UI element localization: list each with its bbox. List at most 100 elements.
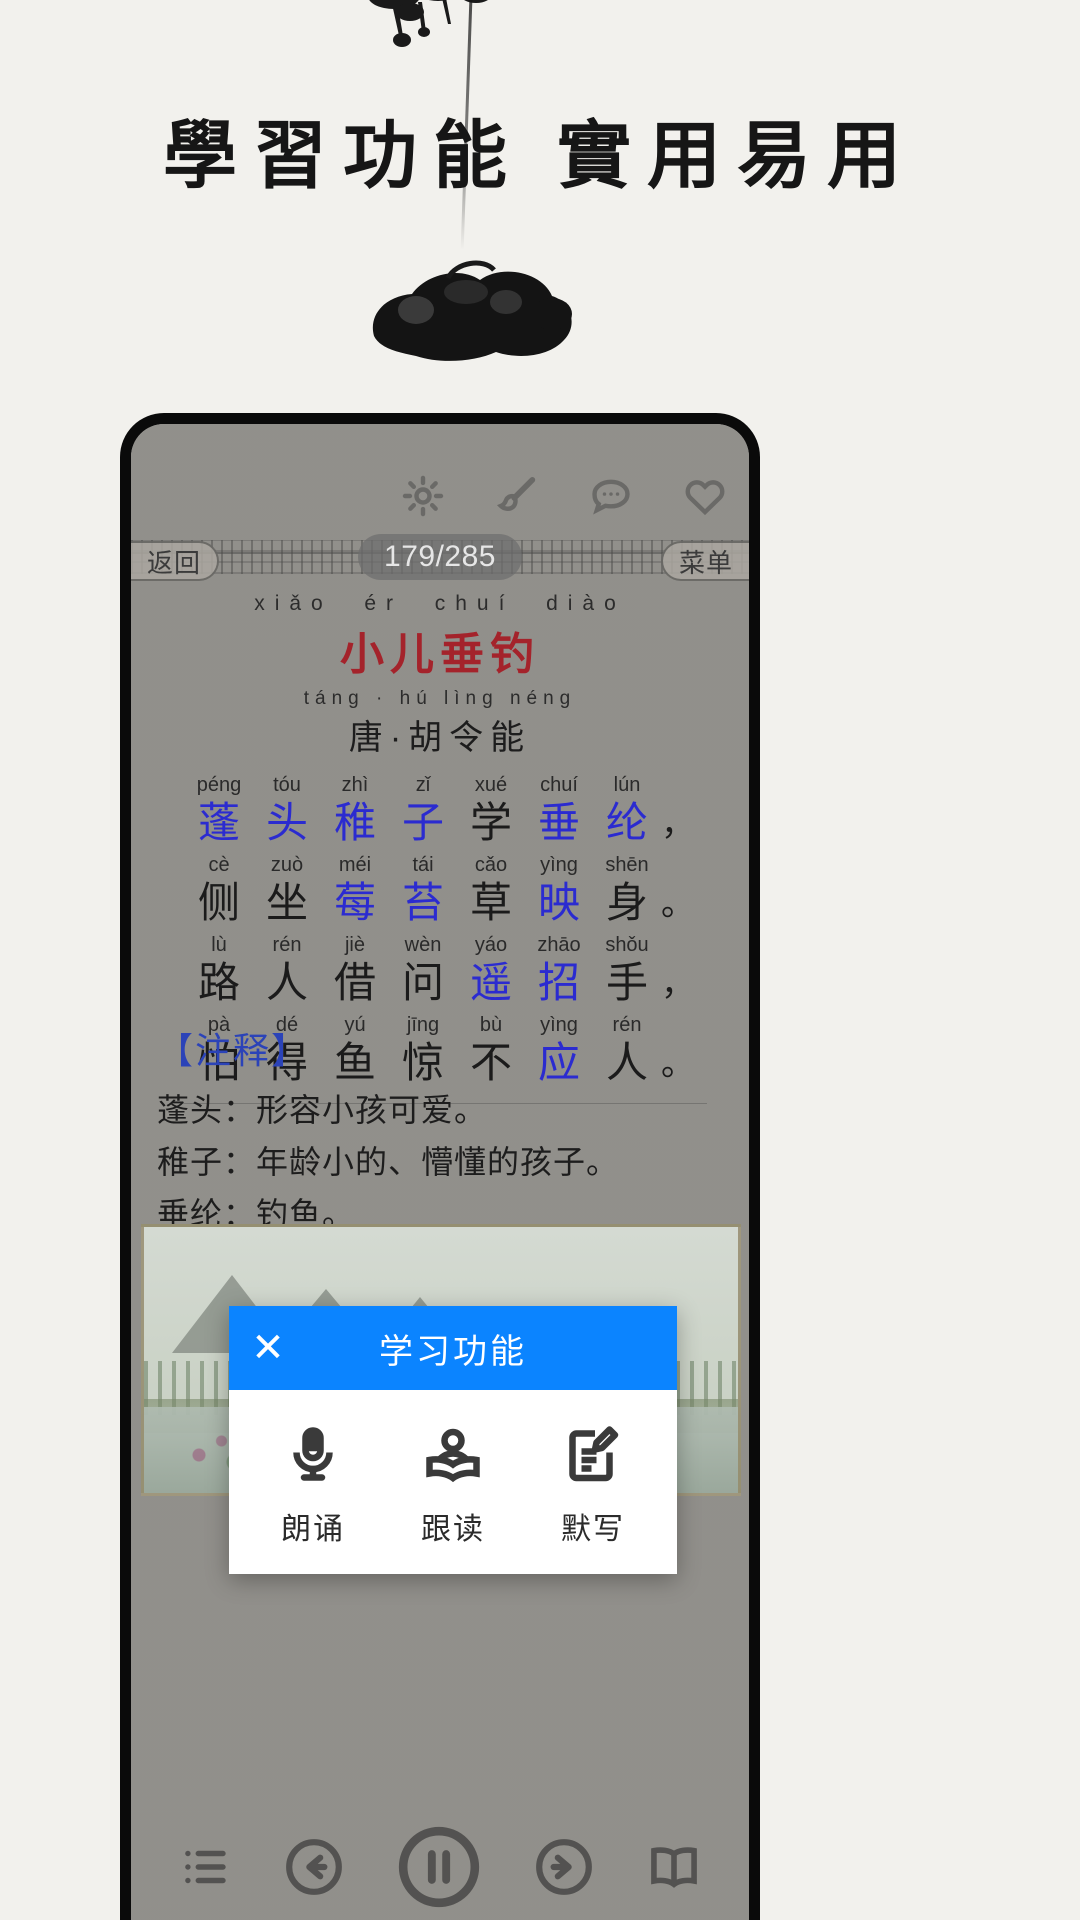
ink-splash-bottom-decoration <box>372 260 572 361</box>
poem-character[interactable]: chuí 垂 <box>525 773 593 849</box>
app-screen: 返回 179/285 菜单 xiǎo ér chuí diào 小儿垂钓 tán… <box>131 424 749 1920</box>
brush-icon[interactable] <box>491 470 543 522</box>
poem-character[interactable]: yìng 映 <box>525 853 593 929</box>
app-top-toolbar <box>131 458 749 534</box>
prev-icon[interactable] <box>283 1836 345 1898</box>
character-pinyin: tái <box>412 854 434 876</box>
poem-character[interactable]: cè 侧 <box>185 853 253 929</box>
character-glyph: 人 <box>265 959 308 1006</box>
poem-character[interactable]: zǐ 子 <box>389 773 457 849</box>
poem-character[interactable]: zuò 坐 <box>253 853 321 929</box>
page-counter: 179/285 <box>358 534 522 580</box>
character-glyph: 草 <box>469 879 512 926</box>
character-pinyin: zhāo <box>537 934 581 956</box>
character-pinyin: xué <box>474 774 508 796</box>
character-pinyin: péng <box>196 774 242 796</box>
poem-character[interactable]: yáo 遥 <box>457 933 525 1009</box>
character-pinyin: zhì <box>341 774 369 796</box>
poem-character[interactable]: méi 莓 <box>321 853 389 929</box>
poem-character[interactable]: lún 纶 <box>593 773 661 849</box>
character-glyph: 垂 <box>537 799 580 846</box>
poem-character[interactable]: lù 路 <box>185 933 253 1009</box>
character-pinyin: jiè <box>344 934 365 956</box>
book-icon[interactable] <box>646 1839 702 1895</box>
character-pinyin: zǐ <box>415 774 431 796</box>
character-glyph: 稚 <box>333 799 376 846</box>
poem-character[interactable]: cǎo 草 <box>457 853 525 929</box>
poem-line: lù 路 rén 人 jiè 借 wèn 问 yáo 遥 zhāo 招 shǒu 手 ， <box>149 933 731 1009</box>
character-glyph: 蓬 <box>197 799 240 846</box>
poem-character[interactable]: shǒu 手 <box>593 933 661 1009</box>
character-glyph: 纶 <box>605 799 648 846</box>
character-pinyin: cǎo <box>474 854 508 876</box>
close-icon[interactable]: ✕ <box>243 1323 293 1373</box>
character-pinyin: yìng <box>540 854 578 876</box>
character-glyph: 映 <box>537 879 580 926</box>
poem-punctuation: ， <box>661 805 695 843</box>
character-glyph: 头 <box>265 799 308 846</box>
dialog-title: 学习功能 <box>379 1332 527 1371</box>
note-item: 蓬头：形容小孩可爱。 <box>157 1092 488 1128</box>
function-read-along[interactable]: 跟读 <box>388 1416 518 1548</box>
character-pinyin: lún <box>613 774 641 796</box>
function-recite[interactable]: 朗诵 <box>248 1416 378 1548</box>
gear-icon[interactable] <box>397 470 449 522</box>
character-glyph: 侧 <box>197 879 240 926</box>
character-pinyin: tóu <box>273 774 301 796</box>
character-pinyin: méi <box>338 854 372 876</box>
poem-character[interactable]: jiè 借 <box>321 933 389 1009</box>
notes-title: 【注释】 <box>157 1030 310 1071</box>
learning-functions-dialog: ✕ 学习功能 朗诵 跟读 默写 <box>229 1306 677 1574</box>
character-glyph: 学 <box>469 799 512 846</box>
microphone-icon <box>283 1416 343 1492</box>
function-dictation[interactable]: 默写 <box>528 1416 658 1548</box>
comment-icon[interactable] <box>585 470 637 522</box>
character-glyph: 招 <box>537 959 580 1006</box>
character-glyph: 手 <box>605 959 648 1006</box>
character-glyph: 身 <box>605 879 648 926</box>
poem-line: cè 侧 zuò 坐 méi 莓 tái 苔 cǎo 草 yìng 映 shēn 身。 <box>149 853 731 929</box>
poem-author: 唐·胡令能 <box>348 719 532 757</box>
character-pinyin: yáo <box>474 934 508 956</box>
function-label: 默写 <box>561 1513 625 1546</box>
poem-character[interactable]: wèn 问 <box>389 933 457 1009</box>
dialog-header: ✕ 学习功能 <box>229 1306 677 1390</box>
menu-button[interactable]: 菜单 <box>660 541 749 581</box>
note-item: 稚子：年龄小的、懵懂的孩子。 <box>157 1144 620 1180</box>
poem-character[interactable]: zhì 稚 <box>321 773 389 849</box>
character-glyph: 遥 <box>469 959 512 1006</box>
poem-author-pinyin: táng · hú lìng néng <box>303 688 577 709</box>
character-glyph: 子 <box>401 799 444 846</box>
poem-character[interactable]: péng 蓬 <box>185 773 253 849</box>
app-bottom-toolbar <box>131 1801 749 1920</box>
pause-icon[interactable] <box>396 1824 482 1910</box>
character-glyph: 借 <box>333 959 376 1006</box>
notes-section: 【注释】 蓬头：形容小孩可爱。 稚子：年龄小的、懵懂的孩子。 垂纶：钓鱼。 <box>131 1022 749 1240</box>
poem-title-pinyin: xiǎo ér chuí diào <box>254 592 626 615</box>
poster-page: 學習功能 實用易用 返回 179/285 菜单 xiǎo ér chuí dià… <box>0 0 1080 1920</box>
poem-character[interactable]: tóu 头 <box>253 773 321 849</box>
poem-character[interactable]: tái 苔 <box>389 853 457 929</box>
character-glyph: 莓 <box>333 879 376 926</box>
heart-icon[interactable] <box>679 470 731 522</box>
back-button[interactable]: 返回 <box>131 541 220 581</box>
list-icon[interactable] <box>178 1840 232 1894</box>
poem-character[interactable]: rén 人 <box>253 933 321 1009</box>
character-glyph: 问 <box>401 959 444 1006</box>
character-pinyin: rén <box>272 934 302 956</box>
function-label: 跟读 <box>421 1513 485 1546</box>
headline-part-1: 學習功能 <box>163 113 523 199</box>
next-icon[interactable] <box>533 1836 595 1898</box>
character-pinyin: shēn <box>605 854 649 876</box>
poem-punctuation: ， <box>661 965 695 1003</box>
poem-character[interactable]: shēn 身 <box>593 853 661 929</box>
poem-title: 小儿垂钓 <box>340 630 540 679</box>
character-pinyin: zuò <box>270 854 304 876</box>
poem-character[interactable]: xué 学 <box>457 773 525 849</box>
character-glyph: 苔 <box>401 879 444 926</box>
poem-character[interactable]: zhāo 招 <box>525 933 593 1009</box>
poem-punctuation: 。 <box>661 885 695 923</box>
page-headline: 學習功能 實用易用 <box>0 96 1080 203</box>
poem-line: péng 蓬 tóu 头 zhì 稚 zǐ 子 xué 学 chuí 垂 lún 纶 ， <box>149 773 731 849</box>
read-along-icon <box>423 1416 483 1492</box>
